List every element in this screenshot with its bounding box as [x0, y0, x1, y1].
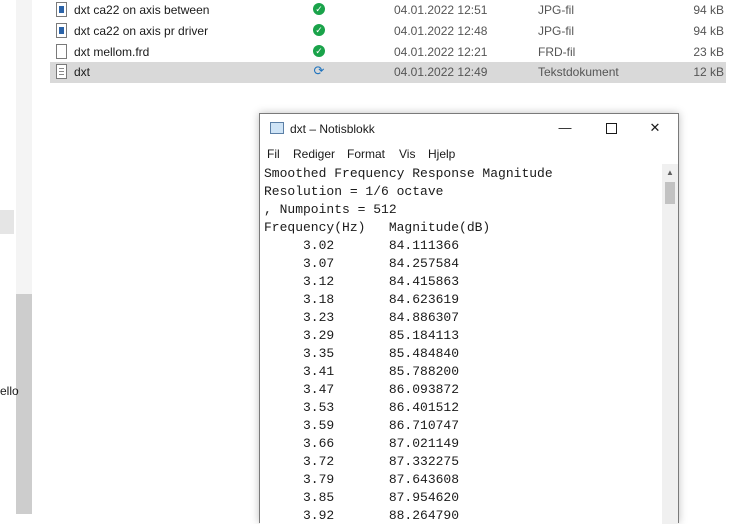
editor-scrollbar[interactable]: ▲ — [662, 164, 678, 524]
menu-file[interactable]: Fil — [267, 147, 280, 161]
window-title: dxt – Notisblokk — [290, 122, 375, 136]
nav-scrollbar-thumb[interactable] — [16, 294, 32, 514]
file-size: 23 kB — [693, 45, 724, 59]
image-file-icon — [56, 2, 67, 17]
file-date: 04.01.2022 12:49 — [394, 65, 488, 79]
blank-file-icon — [56, 44, 67, 59]
file-name: dxt ca22 on axis between — [74, 3, 210, 17]
title-bar[interactable]: dxt – Notisblokk — ✕ — [260, 114, 678, 144]
notepad-icon — [270, 122, 284, 134]
file-type: JPG-fil — [538, 24, 574, 38]
menu-bar: Fil Rediger Format Vis Hjelp — [260, 144, 678, 164]
synced-icon: ✓ — [313, 24, 325, 36]
file-row[interactable]: dxt mellom.frd ✓ 04.01.2022 12:21 FRD-fi… — [50, 42, 726, 63]
syncing-icon: ⟳ — [313, 63, 325, 78]
scrollbar-thumb[interactable] — [665, 182, 675, 204]
file-size: 12 kB — [693, 65, 724, 79]
file-date: 04.01.2022 12:48 — [394, 24, 488, 38]
file-row[interactable]: dxt ca22 on axis between ✓ 04.01.2022 12… — [50, 0, 726, 21]
file-size: 94 kB — [693, 3, 724, 17]
close-button[interactable]: ✕ — [632, 114, 678, 144]
menu-help[interactable]: Hjelp — [428, 147, 455, 161]
notepad-window: dxt – Notisblokk — ✕ Fil Rediger Format … — [259, 113, 679, 524]
text-file-icon — [56, 64, 67, 79]
file-size: 94 kB — [693, 24, 724, 38]
file-type: JPG-fil — [538, 3, 574, 17]
synced-icon: ✓ — [313, 45, 325, 57]
navigation-pane: ello — [0, 0, 32, 514]
synced-icon: ✓ — [313, 3, 325, 15]
file-name: dxt mellom.frd — [74, 45, 150, 59]
menu-format[interactable]: Format — [347, 147, 385, 161]
menu-edit[interactable]: Rediger — [293, 147, 335, 161]
maximize-button[interactable] — [588, 114, 634, 144]
file-type: Tekstdokument — [538, 65, 619, 79]
minimize-button[interactable]: — — [542, 114, 588, 144]
nav-item-label[interactable]: ello — [0, 384, 19, 398]
file-date: 04.01.2022 12:21 — [394, 45, 488, 59]
text-editor[interactable]: Smoothed Frequency Response Magnitude Re… — [260, 164, 662, 524]
file-date: 04.01.2022 12:51 — [394, 3, 488, 17]
file-name: dxt — [74, 65, 91, 79]
image-file-icon — [56, 23, 67, 38]
menu-view[interactable]: Vis — [399, 147, 415, 161]
file-name: dxt ca22 on axis pr driver — [74, 24, 209, 38]
maximize-icon — [605, 123, 617, 135]
nav-selected-item[interactable] — [0, 210, 14, 234]
file-type: FRD-fil — [538, 45, 576, 59]
scroll-up-icon[interactable]: ▲ — [662, 166, 678, 180]
file-row[interactable]: dxt ca22 on axis pr driver ✓ 04.01.2022 … — [50, 21, 726, 42]
file-row-selected[interactable]: dxt ⟳ 04.01.2022 12:49 Tekstdokument 12 … — [50, 62, 726, 83]
document-text[interactable]: Smoothed Frequency Response Magnitude Re… — [264, 165, 553, 524]
